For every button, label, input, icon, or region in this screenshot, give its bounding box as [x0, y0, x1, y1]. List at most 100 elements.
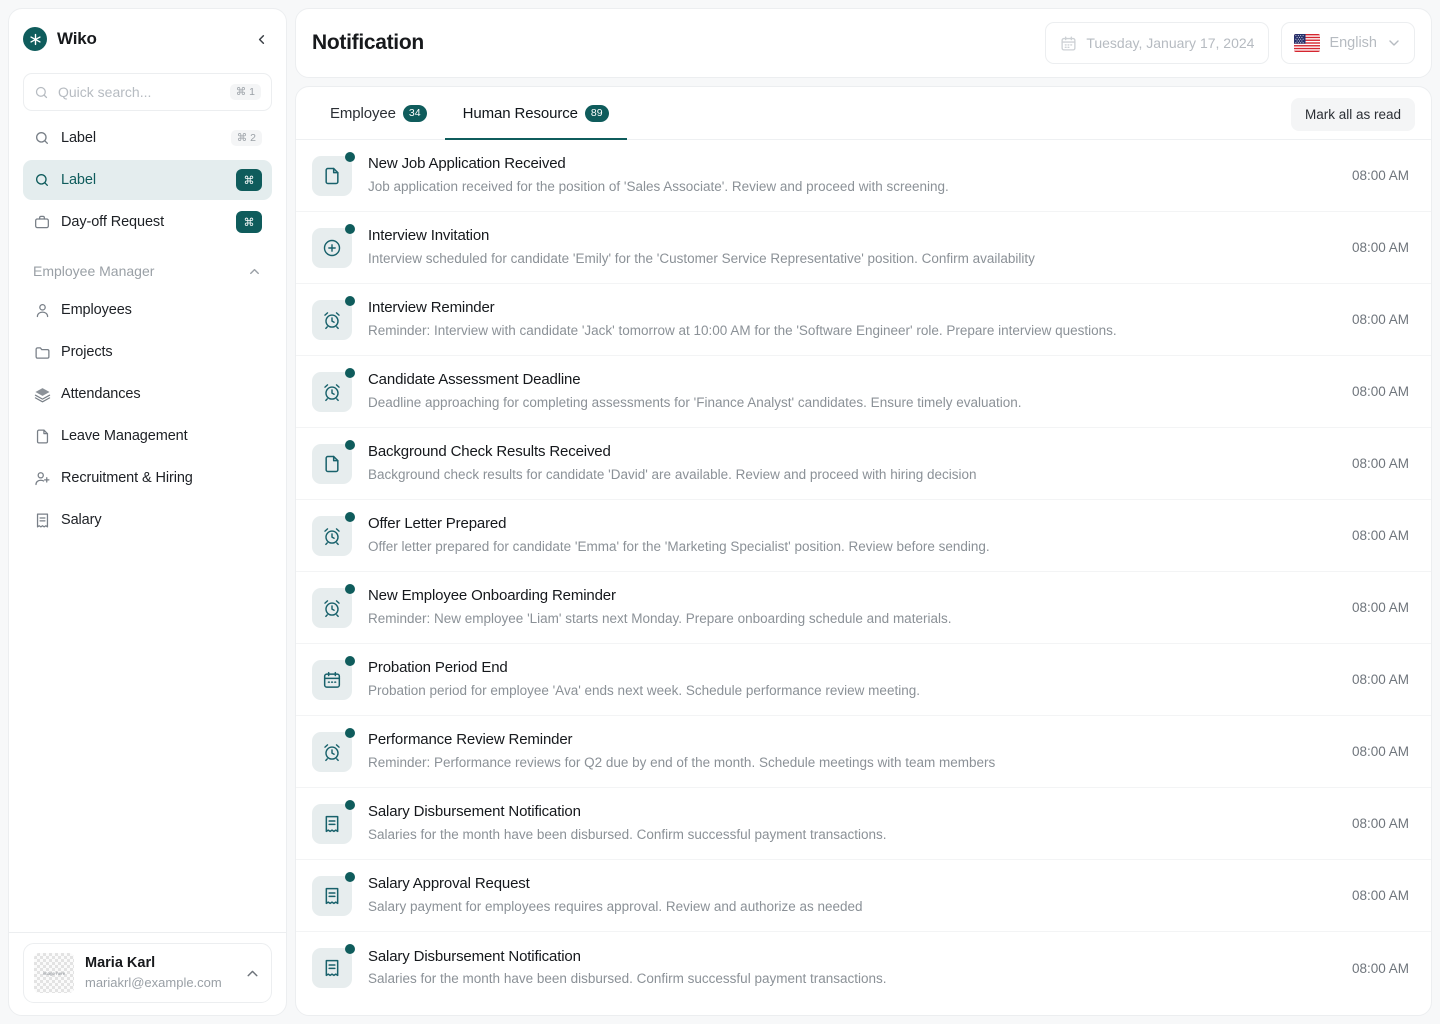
notification-title: Probation Period End — [368, 659, 508, 677]
app-root: Wiko Quick search... ⌘ 1 Label ⌘ 2 Label — [0, 0, 1440, 1024]
notification-description: Offer letter prepared for candidate 'Emm… — [368, 538, 990, 554]
notification-body: Salary Disbursement Notification Salaries… — [368, 801, 1336, 845]
chevron-up-icon[interactable] — [244, 965, 261, 982]
topbar-actions: Tuesday, January 17, 2024 English — [1045, 22, 1415, 64]
user-plus-icon — [33, 469, 51, 487]
briefcase-icon — [33, 213, 51, 231]
notification-body: Offer Letter Prepared Offer letter prepar… — [368, 513, 1336, 557]
tab-employee[interactable]: Employee 34 — [312, 88, 445, 140]
notification-time: 08:00 AM — [1351, 960, 1409, 976]
notification-row[interactable]: Background Check Results Received Backgro… — [296, 428, 1431, 500]
notification-icon-wrap — [312, 871, 355, 916]
notification-description: Job application received for the positio… — [368, 178, 949, 194]
tab-human-resource[interactable]: Human Resource 89 — [444, 88, 627, 140]
notification-icon-wrap — [312, 655, 355, 700]
file-icon — [312, 155, 352, 196]
notification-row[interactable]: Offer Letter Prepared Offer letter prepar… — [296, 500, 1431, 572]
notification-time: 08:00 AM — [1351, 744, 1409, 759]
notification-description: Salary payment for employees requires ap… — [368, 898, 863, 914]
sidebar-item-shortcut: ⌘ 2 — [230, 129, 262, 147]
tab-label: Human Resource — [462, 104, 578, 122]
search-icon — [34, 85, 49, 100]
notification-time: 08:00 AM — [1351, 528, 1409, 543]
file-icon — [312, 443, 352, 484]
notification-row[interactable]: Probation Period End Probation period for… — [296, 644, 1431, 716]
notification-description: Interview scheduled for candidate 'Emily… — [368, 250, 1035, 266]
tab-label: Employee — [330, 104, 396, 122]
notification-list: New Job Application Received Job applicat… — [296, 140, 1431, 1015]
user-profile[interactable]: image here Maria Karl mariakrl@example.c… — [23, 943, 272, 1003]
sidebar-item-employees[interactable]: Employees — [23, 290, 272, 330]
notification-description: Probation period for employee 'Ava' ends… — [368, 682, 920, 698]
notification-row[interactable]: Salary Disbursement Notification Salaries… — [296, 932, 1431, 1004]
notification-row[interactable]: Performance Review Reminder Reminder: Per… — [296, 716, 1431, 788]
asterisk-icon — [23, 27, 47, 51]
notification-body: Performance Review Reminder Reminder: Per… — [368, 729, 1336, 773]
sidebar-item-projects[interactable]: Projects — [23, 332, 272, 372]
notification-description: Reminder: Interview with candidate 'Jack… — [368, 322, 1117, 338]
search-placeholder: Quick search... — [58, 84, 152, 100]
alarm-icon — [312, 371, 352, 412]
calendar-icon — [1060, 35, 1077, 52]
chevron-down-icon — [1386, 35, 1402, 51]
notification-time: 08:00 AM — [1351, 888, 1409, 903]
unread-dot — [345, 655, 355, 666]
unread-dot — [345, 151, 355, 162]
notification-row[interactable]: Interview Reminder Reminder: Interview wi… — [296, 284, 1431, 356]
notification-title: Interview Invitation — [368, 227, 490, 245]
chevron-up-icon — [247, 264, 262, 279]
notification-time: 08:00 AM — [1351, 240, 1409, 255]
notification-title: New Employee Onboarding Reminder — [368, 587, 616, 605]
sidebar-item-salary[interactable]: Salary — [23, 500, 272, 540]
unread-dot — [345, 367, 355, 378]
notification-row[interactable]: New Job Application Received Job applicat… — [296, 140, 1431, 212]
notification-panel: Employee 34 Human Resource 89 Mark all a… — [295, 86, 1432, 1016]
alarm-icon — [312, 587, 352, 628]
sidebar-item-label-2[interactable]: Label ⌘ — [23, 160, 272, 200]
tab-badge: 34 — [402, 104, 427, 122]
sidebar-item-label-1[interactable]: Label ⌘ 2 — [23, 118, 272, 158]
unread-dot — [345, 223, 355, 234]
notification-title: Background Check Results Received — [368, 443, 611, 461]
notification-icon-wrap — [312, 367, 355, 412]
folder-icon — [33, 343, 51, 361]
sidebar-group-title: Employee Manager — [33, 263, 155, 279]
sidebar-item-attendances[interactable]: Attendances — [23, 374, 272, 414]
search-input[interactable]: Quick search... ⌘ 1 — [23, 73, 272, 111]
notification-icon-wrap — [312, 295, 355, 340]
chevron-left-icon[interactable] — [250, 28, 272, 50]
receipt-icon — [33, 511, 51, 529]
sidebar-item-label: Salary — [61, 512, 102, 528]
avatar: image here — [34, 953, 74, 993]
date-picker[interactable]: Tuesday, January 17, 2024 — [1045, 22, 1270, 64]
receipt-icon — [312, 875, 352, 916]
mark-all-as-read-button[interactable]: Mark all as read — [1290, 98, 1415, 131]
notification-time: 08:00 AM — [1351, 456, 1409, 471]
divider — [9, 932, 286, 933]
notification-title: Interview Reminder — [368, 299, 495, 317]
notification-body: Salary Approval Request Salary payment fo… — [368, 873, 1336, 917]
notification-time: 08:00 AM — [1351, 384, 1409, 399]
receipt-icon — [312, 803, 352, 844]
sidebar-item-leave-management[interactable]: Leave Management — [23, 416, 272, 456]
search-icon — [33, 129, 51, 147]
notification-icon-wrap — [312, 511, 355, 556]
notification-row[interactable]: Salary Disbursement Notification Salaries… — [296, 788, 1431, 860]
sidebar-item-recruitment-hiring[interactable]: Recruitment & Hiring — [23, 458, 272, 498]
notification-body: Interview Reminder Reminder: Interview wi… — [368, 297, 1336, 341]
sidebar-item-shortcut: ⌘ — [236, 169, 262, 191]
unread-dot — [345, 295, 355, 306]
sidebar-item-day-off-request[interactable]: Day-off Request ⌘ — [23, 202, 272, 242]
notification-row[interactable]: New Employee Onboarding Reminder Reminder… — [296, 572, 1431, 644]
notification-row[interactable]: Candidate Assessment Deadline Deadline ap… — [296, 356, 1431, 428]
notification-row[interactable]: Salary Approval Request Salary payment fo… — [296, 860, 1431, 932]
notification-description: Salaries for the month have been disburs… — [368, 826, 887, 842]
alarm-icon — [312, 515, 352, 556]
sidebar-item-label: Attendances — [61, 386, 141, 402]
sidebar-group-employee-manager[interactable]: Employee Manager — [23, 252, 272, 290]
language-selector[interactable]: English — [1281, 22, 1415, 64]
notification-row[interactable]: Interview Invitation Interview scheduled … — [296, 212, 1431, 284]
date-value: Tuesday, January 17, 2024 — [1086, 35, 1255, 51]
user-icon — [33, 301, 51, 319]
